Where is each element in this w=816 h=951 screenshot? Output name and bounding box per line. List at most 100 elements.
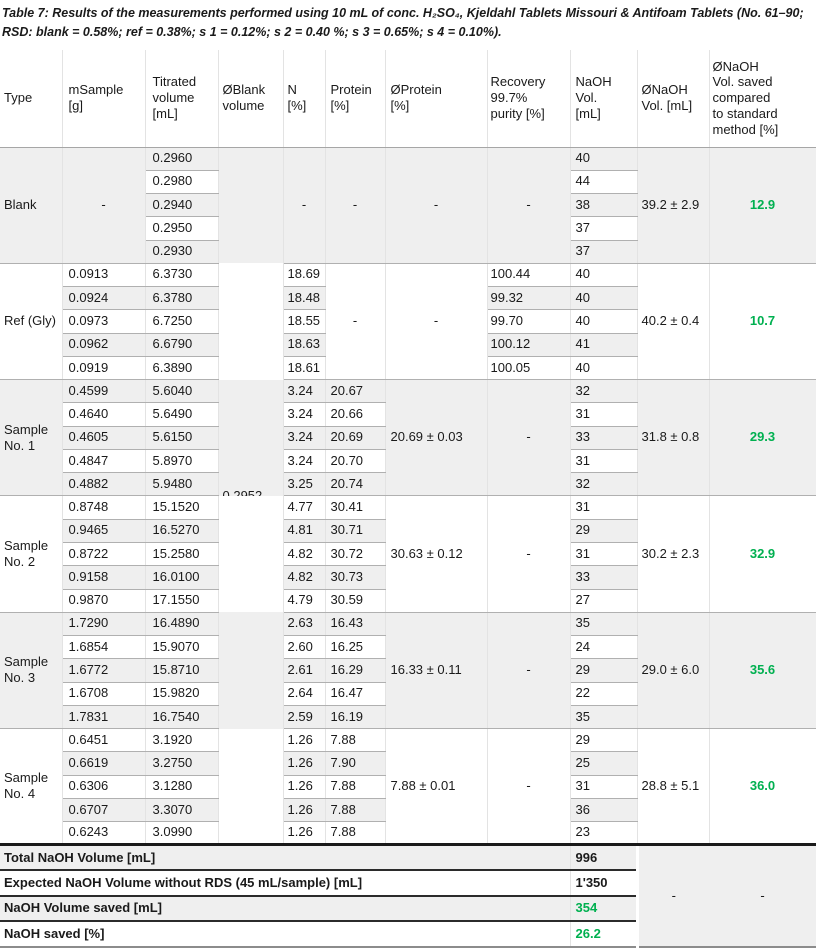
cell-n: 1.26 xyxy=(283,822,325,845)
column-header-naoh-volume: NaOH Vol. [mL] xyxy=(570,50,637,147)
column-header-titrated-volume: Titrated volume [mL] xyxy=(145,50,218,147)
cell-naoh: 40 xyxy=(570,356,637,379)
footer-label: Expected NaOH Volume without RDS (45 mL/… xyxy=(0,870,570,896)
cell-recovery: - xyxy=(487,147,570,263)
cell-titrated: 5.6040 xyxy=(145,380,218,403)
cell-n: 2.60 xyxy=(283,636,325,659)
cell-n: 18.61 xyxy=(283,356,325,379)
table-header: TypemSample [g]Titrated volume [mL]ØBlan… xyxy=(0,50,816,147)
column-header-protein-percent: Protein [%] xyxy=(325,50,385,147)
cell-n: 2.64 xyxy=(283,682,325,705)
cell-recovery: 99.70 xyxy=(487,310,570,333)
cell-m_sample: 0.4599 xyxy=(62,380,145,403)
cell-type: Ref (Gly) xyxy=(0,263,62,379)
cell-naoh: 27 xyxy=(570,589,637,612)
cell-naoh: 33 xyxy=(570,566,637,589)
column-header-nitrogen-percent: N [%] xyxy=(283,50,325,147)
cell-naoh: 37 xyxy=(570,217,637,240)
cell-n: 1.26 xyxy=(283,729,325,752)
cell-n: 3.24 xyxy=(283,426,325,449)
cell-titrated: 16.4890 xyxy=(145,612,218,635)
cell-m_sample: 0.8748 xyxy=(62,496,145,519)
cell-protein: 16.43 xyxy=(325,612,385,635)
cell-saved: 36.0 xyxy=(709,729,816,845)
cell-avg-blank-volume xyxy=(218,147,283,263)
cell-n: 3.24 xyxy=(283,380,325,403)
table-footer: Total NaOH Volume [mL]996--Expected NaOH… xyxy=(0,845,816,947)
cell-m_sample: 1.6772 xyxy=(62,659,145,682)
cell-saved: 32.9 xyxy=(709,496,816,612)
cell-m_sample: 0.0962 xyxy=(62,333,145,356)
cell-m_sample: 0.0913 xyxy=(62,263,145,286)
cell-naoh: 23 xyxy=(570,822,637,845)
cell-recovery: 100.12 xyxy=(487,333,570,356)
cell-titrated: 3.0990 xyxy=(145,822,218,845)
cell-avg-blank-volume xyxy=(218,263,283,379)
cell-naoh: 32 xyxy=(570,380,637,403)
cell-o_protein: 16.33 ± 0.11 xyxy=(385,612,487,728)
cell-o_protein: 7.88 ± 0.01 xyxy=(385,729,487,845)
cell-m_sample: 0.0973 xyxy=(62,310,145,333)
cell-m_sample: 0.6306 xyxy=(62,775,145,798)
cell-m_sample: 0.4882 xyxy=(62,473,145,496)
cell-protein: 7.88 xyxy=(325,822,385,845)
cell-n: 18.69 xyxy=(283,263,325,286)
cell-titrated: 3.1280 xyxy=(145,775,218,798)
cell-o_naoh: 40.2 ± 0.4 xyxy=(637,263,709,379)
cell-n: 18.55 xyxy=(283,310,325,333)
cell-titrated: 6.3730 xyxy=(145,263,218,286)
cell-naoh: 35 xyxy=(570,612,637,635)
cell-naoh: 25 xyxy=(570,752,637,775)
cell-titrated: 16.7540 xyxy=(145,705,218,728)
cell-n: 1.26 xyxy=(283,775,325,798)
column-header-naoh-saved: ØNaOH Vol. saved compared to standard me… xyxy=(709,50,816,147)
footer-label: NaOH saved [%] xyxy=(0,921,570,947)
cell-naoh: 40 xyxy=(570,147,637,170)
cell-o_protein: - xyxy=(385,263,487,379)
cell-recovery: - xyxy=(487,612,570,728)
cell-m_sample: 0.6619 xyxy=(62,752,145,775)
cell-n: 4.82 xyxy=(283,566,325,589)
cell-type: Sample No. 1 xyxy=(0,380,62,496)
cell-recovery: 100.44 xyxy=(487,263,570,286)
cell-m_sample: 0.9870 xyxy=(62,589,145,612)
cell-titrated: 17.1550 xyxy=(145,589,218,612)
cell-naoh: 31 xyxy=(570,449,637,472)
cell-protein: 16.29 xyxy=(325,659,385,682)
cell-protein: 30.73 xyxy=(325,566,385,589)
cell-naoh: 29 xyxy=(570,659,637,682)
cell-n: 18.48 xyxy=(283,287,325,310)
cell-protein: 20.67 xyxy=(325,380,385,403)
column-header-recovery: Recovery 99.7% purity [%] xyxy=(487,50,570,147)
cell-avg-blank-volume: 0.2952 xyxy=(218,380,283,496)
cell-naoh: 40 xyxy=(570,263,637,286)
cell-o_protein: 30.63 ± 0.12 xyxy=(385,496,487,612)
cell-protein: 20.69 xyxy=(325,426,385,449)
cell-naoh: 24 xyxy=(570,636,637,659)
column-header-msample: mSample [g] xyxy=(62,50,145,147)
table-row: Sample No. 10.45995.60400.29523.2420.672… xyxy=(0,380,816,403)
cell-titrated: 0.2980 xyxy=(145,170,218,193)
cell-recovery: - xyxy=(487,729,570,845)
cell-naoh: 41 xyxy=(570,333,637,356)
cell-n: 1.26 xyxy=(283,752,325,775)
cell-o_protein: 20.69 ± 0.03 xyxy=(385,380,487,496)
cell-n: 2.61 xyxy=(283,659,325,682)
cell-naoh: 36 xyxy=(570,798,637,821)
cell-n: 3.25 xyxy=(283,473,325,496)
cell-protein: 30.41 xyxy=(325,496,385,519)
footer-row: Total NaOH Volume [mL]996-- xyxy=(0,845,816,871)
cell-m_sample: 1.7831 xyxy=(62,705,145,728)
cell-naoh: 35 xyxy=(570,705,637,728)
cell-o_naoh: 29.0 ± 6.0 xyxy=(637,612,709,728)
cell-recovery: 100.05 xyxy=(487,356,570,379)
cell-protein: 16.25 xyxy=(325,636,385,659)
cell-n: 3.24 xyxy=(283,403,325,426)
cell-naoh: 33 xyxy=(570,426,637,449)
cell-o_naoh: 31.8 ± 0.8 xyxy=(637,380,709,496)
cell-m_sample: 1.7290 xyxy=(62,612,145,635)
cell-recovery: - xyxy=(487,496,570,612)
footer-label: Total NaOH Volume [mL] xyxy=(0,845,570,871)
cell-titrated: 6.7250 xyxy=(145,310,218,333)
cell-m_sample: 0.0924 xyxy=(62,287,145,310)
